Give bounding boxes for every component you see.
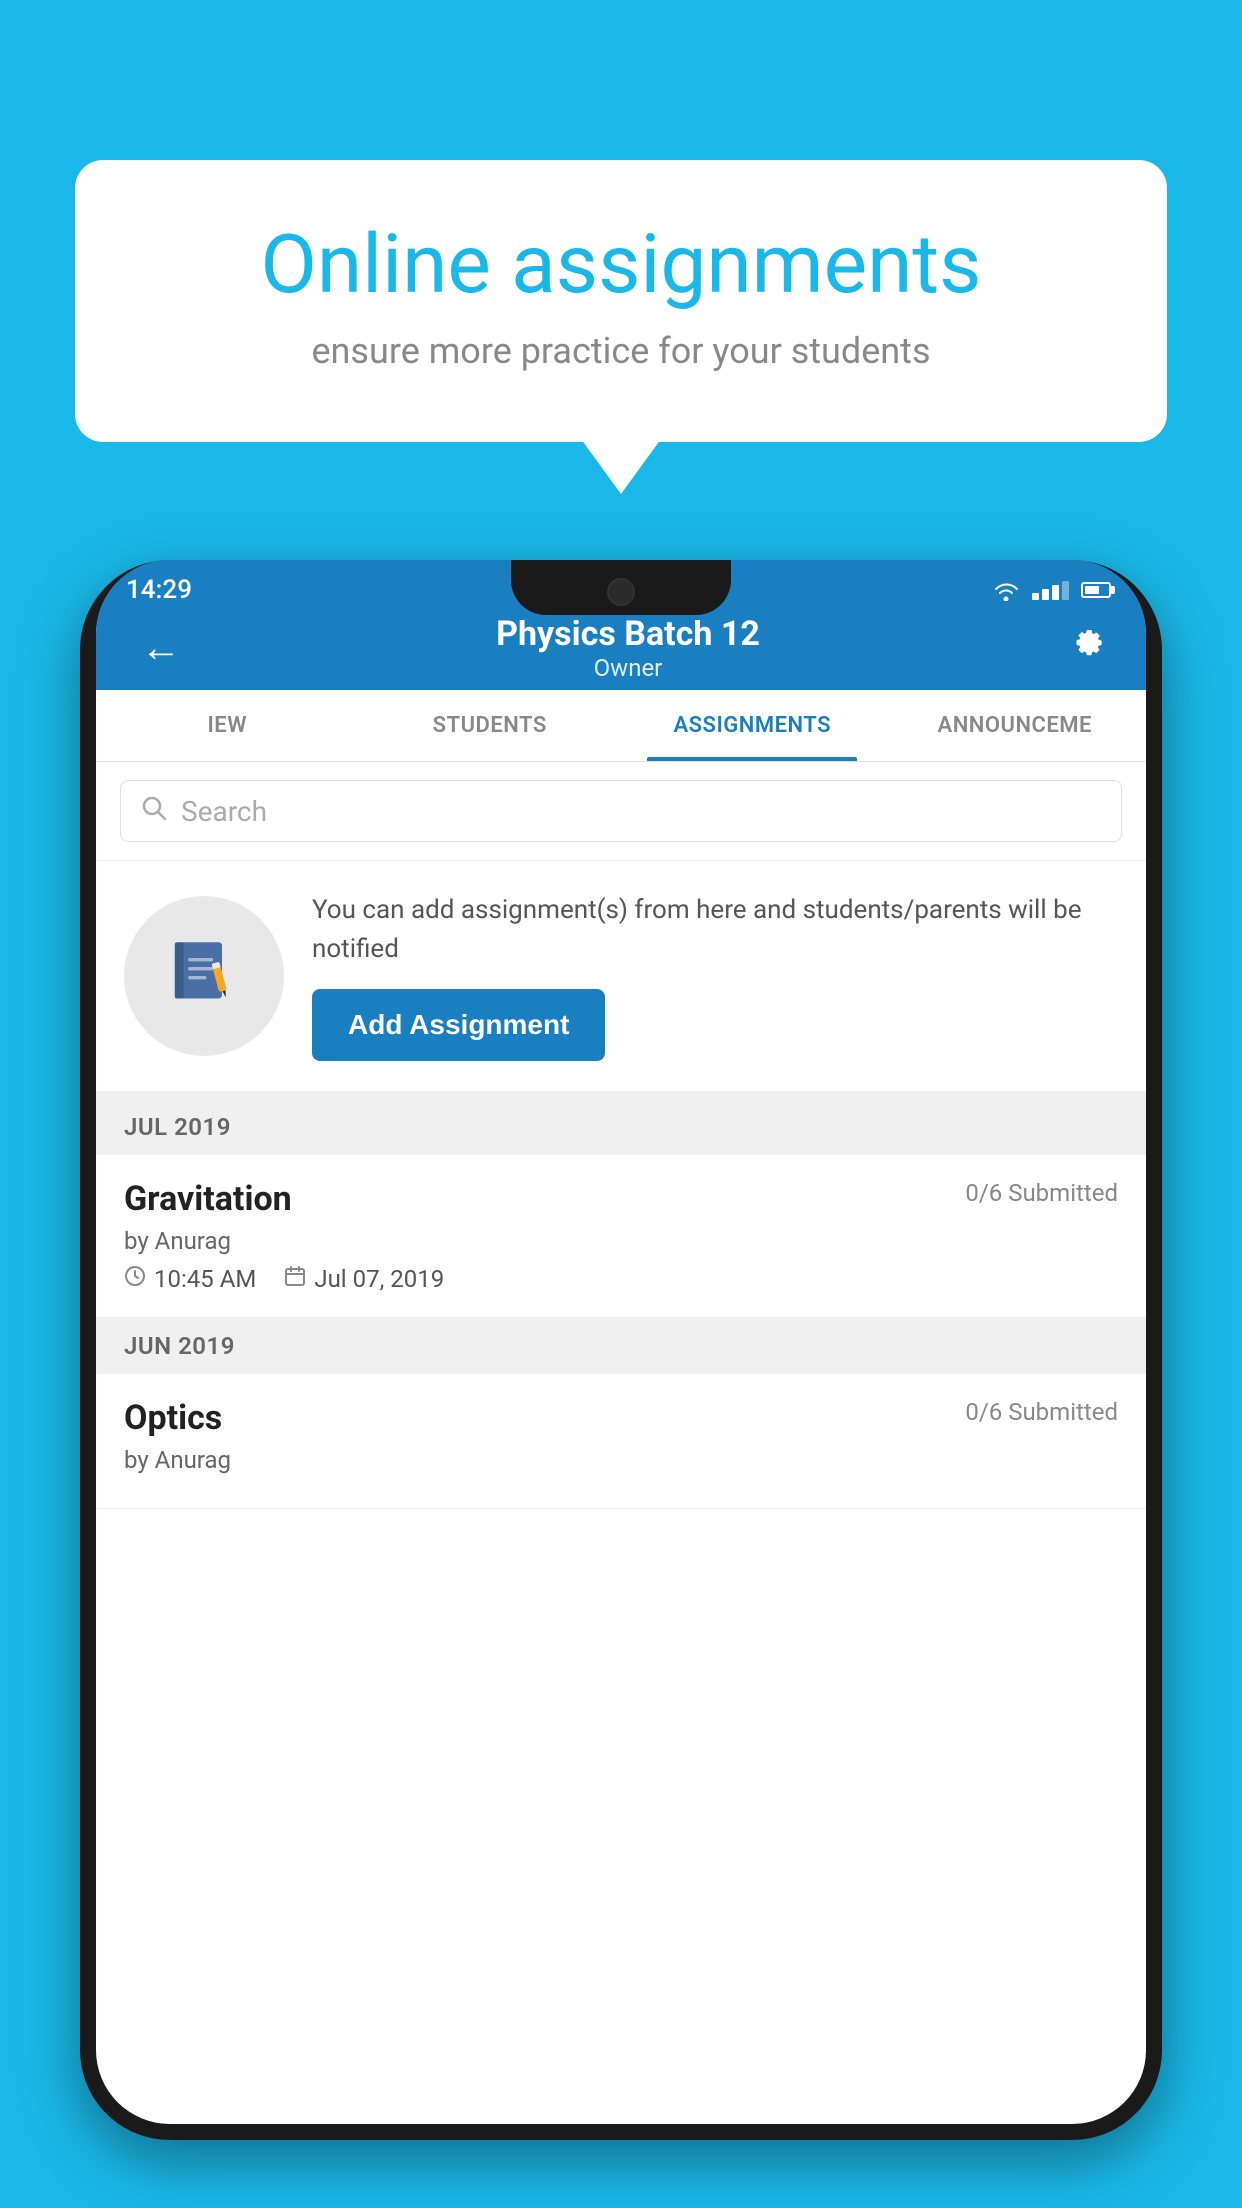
app-bar-subtitle: Owner <box>186 654 1070 682</box>
assignment-by-optics: by Anurag <box>124 1446 1118 1474</box>
speech-bubble-title: Online assignments <box>145 220 1097 310</box>
wifi-icon <box>992 579 1020 601</box>
phone: 14:29 <box>80 560 1162 2140</box>
signal-icon <box>1032 581 1069 600</box>
battery-icon <box>1081 582 1111 598</box>
back-button[interactable]: ← <box>136 619 186 676</box>
tab-assignments[interactable]: ASSIGNMENTS <box>621 690 884 761</box>
speech-bubble-subtitle: ensure more practice for your students <box>145 330 1097 372</box>
status-icons <box>992 579 1111 601</box>
add-assignment-button[interactable]: Add Assignment <box>312 989 605 1061</box>
tab-bar: IEW STUDENTS ASSIGNMENTS ANNOUNCEME <box>96 690 1146 762</box>
search-icon <box>141 795 167 828</box>
phone-camera <box>607 578 635 606</box>
settings-button[interactable] <box>1070 625 1106 670</box>
notebook-icon-circle <box>124 896 284 1056</box>
section-header-jul: JUL 2019 <box>96 1099 1146 1155</box>
phone-screen: 14:29 <box>96 560 1146 2124</box>
notebook-icon <box>159 931 249 1021</box>
assignment-item-optics[interactable]: Optics 0/6 Submitted by Anurag <box>96 1374 1146 1509</box>
tab-announcements[interactable]: ANNOUNCEME <box>884 690 1147 761</box>
search-input[interactable]: Search <box>120 780 1122 842</box>
status-time: 14:29 <box>126 575 192 605</box>
assignment-time-gravitation: 10:45 AM <box>124 1265 256 1293</box>
promo-content: You can add assignment(s) from here and … <box>312 891 1118 1061</box>
app-bar-title-area: Physics Batch 12 Owner <box>186 614 1070 682</box>
assignment-meta-gravitation: 10:45 AM Jul 07, 2019 <box>124 1265 1118 1293</box>
calendar-icon <box>284 1265 306 1293</box>
speech-bubble: Online assignments ensure more practice … <box>75 160 1167 442</box>
search-placeholder: Search <box>181 795 267 828</box>
phone-notch <box>511 560 731 615</box>
clock-icon <box>124 1265 146 1293</box>
assignment-name-optics: Optics <box>124 1398 222 1438</box>
assignment-item-gravitation[interactable]: Gravitation 0/6 Submitted by Anurag <box>96 1155 1146 1318</box>
add-assignment-promo: You can add assignment(s) from here and … <box>96 861 1146 1099</box>
tab-iew[interactable]: IEW <box>96 690 359 761</box>
section-header-jun: JUN 2019 <box>96 1318 1146 1374</box>
assignment-date-gravitation: Jul 07, 2019 <box>284 1265 444 1293</box>
assignment-name-gravitation: Gravitation <box>124 1179 292 1219</box>
phone-wrapper: 14:29 <box>80 560 1162 2208</box>
search-bar: Search <box>96 762 1146 861</box>
assignment-by-gravitation: by Anurag <box>124 1227 1118 1255</box>
assignment-submitted-gravitation: 0/6 Submitted <box>965 1179 1118 1207</box>
assignment-submitted-optics: 0/6 Submitted <box>965 1398 1118 1426</box>
tab-students[interactable]: STUDENTS <box>359 690 622 761</box>
promo-text: You can add assignment(s) from here and … <box>312 891 1118 969</box>
